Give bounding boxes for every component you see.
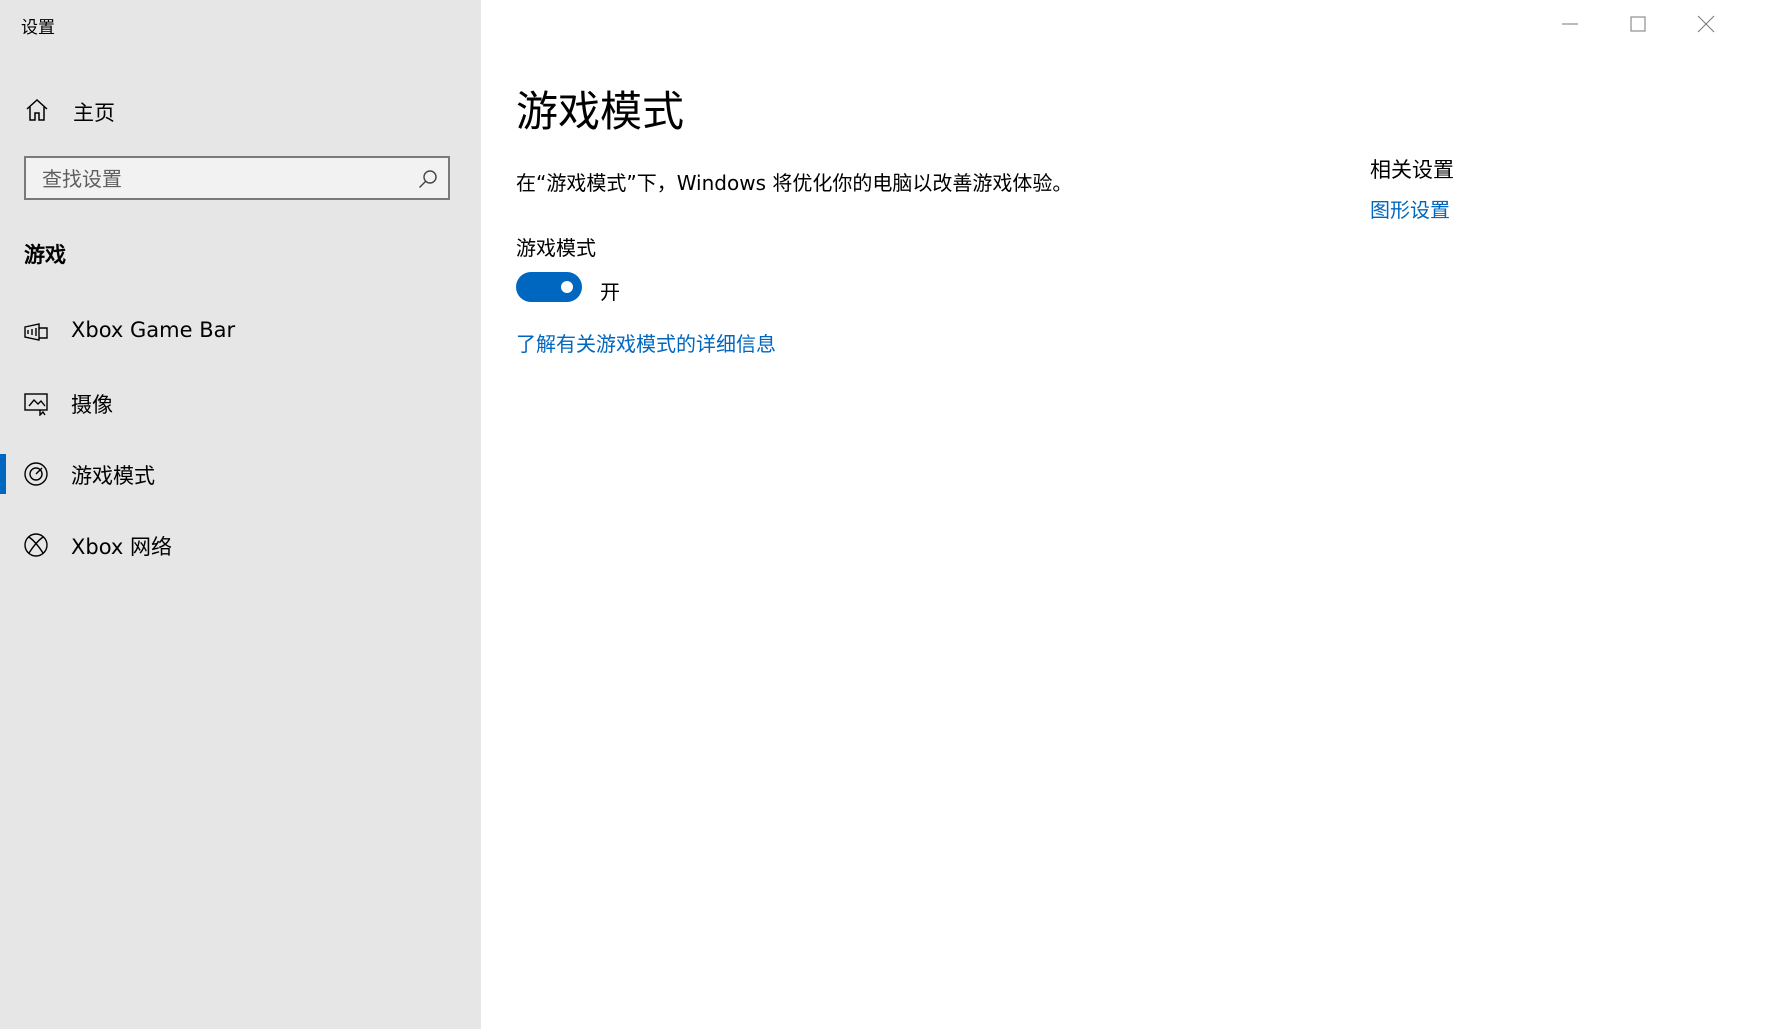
- sidebar-item-game-mode[interactable]: 游戏模式: [0, 446, 481, 502]
- maximize-icon: [1630, 16, 1646, 32]
- search-icon[interactable]: [418, 169, 438, 189]
- toggle-knob: [561, 281, 573, 293]
- close-button[interactable]: [1672, 0, 1740, 48]
- game-bar-icon: [23, 319, 49, 345]
- toggle-state-label: 开: [600, 280, 620, 304]
- sidebar-item-label: 主页: [73, 101, 115, 125]
- captures-icon: [23, 390, 49, 417]
- game-mode-toggle[interactable]: [516, 272, 582, 302]
- related-settings-title: 相关设置: [1370, 158, 1454, 182]
- page-description: 在“游戏模式”下，Windows 将优化你的电脑以改善游戏体验。: [516, 171, 1073, 195]
- selection-indicator: [0, 454, 6, 494]
- sidebar-item-home[interactable]: 主页: [0, 88, 481, 132]
- game-mode-icon: [23, 461, 49, 487]
- graphics-settings-link[interactable]: 图形设置: [1370, 194, 1450, 223]
- page-title: 游戏模式: [516, 87, 685, 136]
- sidebar-item-label: Xbox 网络: [71, 535, 173, 559]
- xbox-icon: [23, 532, 49, 558]
- home-icon: [25, 98, 49, 122]
- sidebar-item-captures[interactable]: 摄像: [0, 375, 481, 431]
- sidebar-item-xbox-network[interactable]: Xbox 网络: [0, 517, 481, 573]
- close-icon: [1697, 15, 1715, 33]
- sidebar-item-label: 摄像: [71, 393, 113, 417]
- section-title: 游戏: [24, 243, 66, 267]
- sidebar-item-xbox-game-bar[interactable]: Xbox Game Bar: [0, 304, 481, 360]
- search-box[interactable]: [24, 156, 450, 200]
- app-title: 设置: [21, 18, 55, 38]
- minimize-icon: [1562, 23, 1578, 25]
- search-input[interactable]: [40, 158, 404, 200]
- learn-more-link[interactable]: 了解有关游戏模式的详细信息: [516, 328, 776, 357]
- sidebar-item-label: Xbox Game Bar: [71, 318, 236, 342]
- sidebar-item-label: 游戏模式: [71, 464, 155, 488]
- sidebar: 设置 主页 游戏 Xbox Game Bar: [0, 0, 481, 1029]
- game-mode-setting-label: 游戏模式: [516, 236, 596, 260]
- maximize-button[interactable]: [1604, 0, 1672, 48]
- minimize-button[interactable]: [1536, 0, 1604, 48]
